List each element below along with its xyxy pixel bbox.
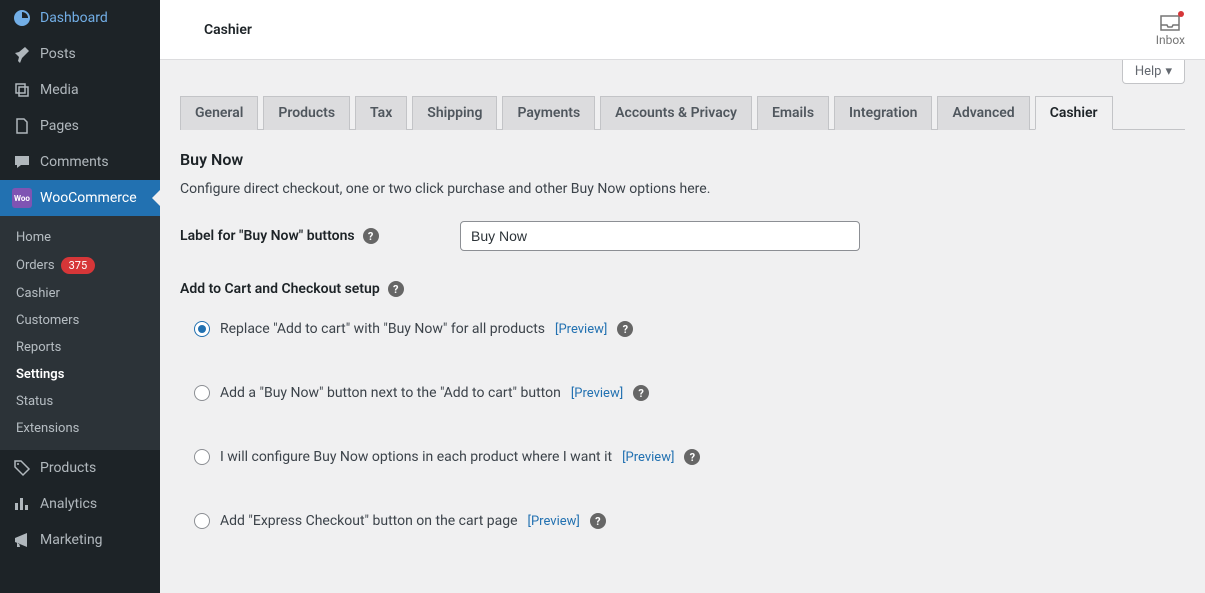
help-tooltip-icon[interactable]: ? <box>633 385 649 401</box>
radio-input[interactable] <box>194 513 210 529</box>
pages-icon <box>12 116 32 136</box>
preview-link[interactable]: [Preview] <box>622 450 674 465</box>
submenu-item-label: Status <box>16 394 53 409</box>
preview-link[interactable]: [Preview] <box>555 322 607 337</box>
products-icon <box>12 458 32 478</box>
chevron-down-icon: ▾ <box>1165 64 1172 79</box>
radio-input[interactable] <box>194 321 210 337</box>
tab-general[interactable]: General <box>180 96 258 130</box>
sidebar-item-label: Media <box>40 82 79 98</box>
settings-tabs: General Products Tax Shipping Payments A… <box>180 96 1185 130</box>
radio-label: Add "Express Checkout" button on the car… <box>220 513 518 529</box>
help-tab-wrap: Help ▾ <box>160 60 1205 84</box>
option-replace-add-to-cart[interactable]: Replace "Add to cart" with "Buy Now" for… <box>180 321 1185 337</box>
tab-advanced[interactable]: Advanced <box>937 96 1029 130</box>
submenu-item-reports[interactable]: Reports <box>0 334 160 361</box>
help-tooltip-icon[interactable]: ? <box>617 321 633 337</box>
sidebar-item-label: Posts <box>40 46 76 62</box>
buy-now-label-input[interactable] <box>460 221 860 251</box>
help-tooltip-icon[interactable]: ? <box>388 281 404 297</box>
radio-input[interactable] <box>194 385 210 401</box>
tab-accounts-privacy[interactable]: Accounts & Privacy <box>600 96 752 130</box>
tab-tax[interactable]: Tax <box>355 96 407 130</box>
analytics-icon <box>12 494 32 514</box>
woocommerce-submenu: Home Orders 375 Cashier Customers Report… <box>0 216 160 450</box>
sidebar-item-posts[interactable]: Posts <box>0 36 160 72</box>
inbox-label: Inbox <box>1156 33 1185 47</box>
buy-now-section: Buy Now Configure direct checkout, one o… <box>180 150 1185 529</box>
orders-badge: 375 <box>61 257 96 274</box>
submenu-item-label: Extensions <box>16 421 79 436</box>
tab-emails[interactable]: Emails <box>757 96 829 130</box>
preview-link[interactable]: [Preview] <box>571 386 623 401</box>
sidebar-item-label: Pages <box>40 118 79 134</box>
submenu-item-orders[interactable]: Orders 375 <box>0 251 160 280</box>
help-tooltip-icon[interactable]: ? <box>363 228 379 244</box>
sidebar-item-label: Analytics <box>40 496 97 512</box>
sidebar-item-analytics[interactable]: Analytics <box>0 486 160 522</box>
help-tab[interactable]: Help ▾ <box>1122 60 1185 84</box>
submenu-item-status[interactable]: Status <box>0 388 160 415</box>
marketing-icon <box>12 530 32 550</box>
main-content-area: Cashier Inbox Help ▾ General Products Ta… <box>160 0 1205 593</box>
label-field-label: Label for "Buy Now" buttons ? <box>180 228 460 244</box>
sidebar-item-label: WooCommerce <box>40 190 137 206</box>
sidebar-item-marketing[interactable]: Marketing <box>0 522 160 558</box>
submenu-item-label: Reports <box>16 340 61 355</box>
sidebar-item-label: Products <box>40 460 96 476</box>
label-field-row: Label for "Buy Now" buttons ? <box>180 221 1185 251</box>
submenu-item-cashier[interactable]: Cashier <box>0 280 160 307</box>
option-add-buy-now-next[interactable]: Add a "Buy Now" button next to the "Add … <box>180 385 1185 401</box>
pin-icon <box>12 44 32 64</box>
sidebar-item-products[interactable]: Products <box>0 450 160 486</box>
header-bar: Cashier Inbox <box>160 0 1205 60</box>
submenu-item-label: Settings <box>16 367 64 382</box>
sidebar-item-label: Marketing <box>40 532 103 548</box>
inbox-button[interactable]: Inbox <box>1156 13 1185 47</box>
media-icon <box>12 80 32 100</box>
section-description: Configure direct checkout, one or two cl… <box>180 181 1185 197</box>
page-title: Cashier <box>204 22 252 38</box>
sidebar-item-media[interactable]: Media <box>0 72 160 108</box>
submenu-item-settings[interactable]: Settings <box>0 361 160 388</box>
submenu-item-label: Cashier <box>16 286 60 301</box>
option-express-checkout[interactable]: Add "Express Checkout" button on the car… <box>180 513 1185 529</box>
preview-link[interactable]: [Preview] <box>528 514 580 529</box>
admin-sidebar: Dashboard Posts Media Pages Comments Woo… <box>0 0 160 593</box>
settings-panel: General Products Tax Shipping Payments A… <box>160 96 1205 549</box>
sidebar-item-dashboard[interactable]: Dashboard <box>0 0 160 36</box>
sidebar-item-pages[interactable]: Pages <box>0 108 160 144</box>
submenu-item-label: Orders <box>16 258 55 273</box>
tab-payments[interactable]: Payments <box>502 96 595 130</box>
option-configure-per-product[interactable]: I will configure Buy Now options in each… <box>180 449 1185 465</box>
submenu-item-label: Customers <box>16 313 79 328</box>
help-tooltip-icon[interactable]: ? <box>684 449 700 465</box>
radio-label: Replace "Add to cart" with "Buy Now" for… <box>220 321 545 337</box>
submenu-item-extensions[interactable]: Extensions <box>0 415 160 442</box>
woocommerce-icon: Woo <box>12 188 32 208</box>
help-tooltip-icon[interactable]: ? <box>590 513 606 529</box>
inbox-icon <box>1158 13 1182 33</box>
submenu-item-label: Home <box>16 230 51 245</box>
radio-label: Add a "Buy Now" button next to the "Add … <box>220 385 561 401</box>
section-title: Buy Now <box>180 150 1185 169</box>
sidebar-item-label: Comments <box>40 154 109 170</box>
help-label: Help <box>1135 64 1162 79</box>
tab-integration[interactable]: Integration <box>834 96 932 130</box>
submenu-item-home[interactable]: Home <box>0 224 160 251</box>
sidebar-item-comments[interactable]: Comments <box>0 144 160 180</box>
radio-label: I will configure Buy Now options in each… <box>220 449 612 465</box>
tab-products[interactable]: Products <box>263 96 350 130</box>
sidebar-item-woocommerce[interactable]: Woo WooCommerce <box>0 180 160 216</box>
comments-icon <box>12 152 32 172</box>
notification-dot-icon <box>1178 11 1184 17</box>
dashboard-icon <box>12 8 32 28</box>
tab-shipping[interactable]: Shipping <box>412 96 497 130</box>
cart-setup-heading: Add to Cart and Checkout setup ? <box>180 281 1185 297</box>
sidebar-item-label: Dashboard <box>40 10 108 26</box>
radio-input[interactable] <box>194 449 210 465</box>
submenu-item-customers[interactable]: Customers <box>0 307 160 334</box>
tab-cashier[interactable]: Cashier <box>1035 96 1113 130</box>
